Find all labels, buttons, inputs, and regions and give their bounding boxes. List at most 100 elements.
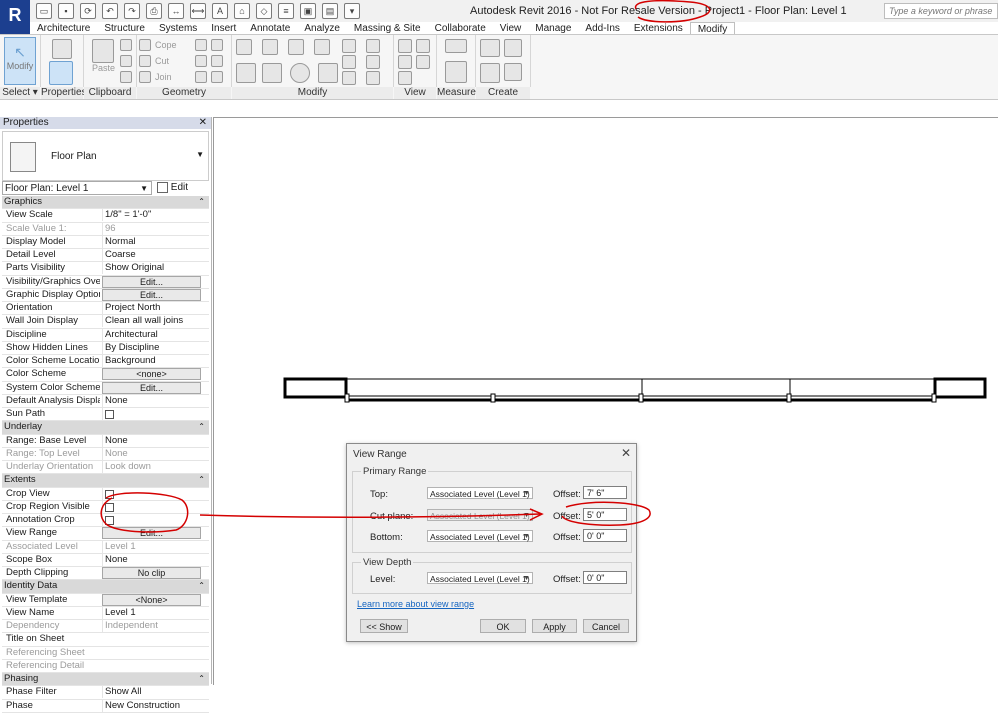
cut-geometry-icon[interactable] [139,55,151,67]
property-value[interactable]: Show All [102,686,202,699]
system-color-schemes-button[interactable]: Edit... [102,381,201,394]
split-icon[interactable] [342,39,356,53]
cope-icon[interactable] [139,39,151,51]
app-menu-button[interactable]: R [0,0,30,34]
property-value[interactable]: By Discipline [102,341,202,354]
rotate-icon[interactable] [290,63,310,83]
align-icon[interactable] [236,39,252,55]
cancel-button[interactable]: Cancel [583,619,629,633]
property-value[interactable]: Project North [102,302,202,314]
unpin-icon[interactable] [366,55,380,69]
property-value[interactable]: Clean all wall joins [102,315,202,328]
category-phasing[interactable]: Phasing ⌃ [2,673,209,687]
measure-distance-icon[interactable] [445,39,467,53]
cut-offset-input[interactable]: 5' 0" [583,508,627,521]
offset-icon[interactable] [262,39,278,55]
mirror-axis-icon[interactable] [288,39,304,55]
thin-lines-icon[interactable]: ≡ [278,3,294,19]
select-panel-label[interactable]: Select ▾ [0,87,40,99]
undo-icon[interactable]: ↶ [102,3,118,19]
help-search-input[interactable]: Type a keyword or phrase [884,3,998,19]
property-value[interactable]: 1/8" = 1'-0" [102,209,202,222]
category-underlay[interactable]: Underlay ⌃ [2,421,209,435]
learn-more-link[interactable]: Learn more about view range [357,599,474,609]
collapse-icon[interactable]: ⌃ [198,580,205,592]
override-graphics-icon[interactable] [416,39,430,53]
show-button[interactable]: << Show [360,619,408,633]
property-value[interactable]: None [102,394,202,407]
top-level-select[interactable]: Associated Level (Level 1) ▼ [427,487,533,499]
measure-icon[interactable]: ↔ [168,3,184,19]
depth-offset-input[interactable]: 0' 0" [583,571,627,584]
redo-icon[interactable]: ↷ [124,3,140,19]
top-offset-input[interactable]: 7' 6" [583,486,627,499]
array-icon[interactable] [342,55,356,69]
property-value[interactable]: None [102,434,202,447]
paste-icon[interactable] [92,39,114,63]
ok-button[interactable]: OK [480,619,526,633]
bottom-level-select[interactable]: Associated Level (Level 1) ▼ [427,530,533,542]
paint-icon[interactable] [195,55,207,67]
copy-element-icon[interactable] [262,63,282,83]
match-properties-icon[interactable] [120,71,132,83]
paint-view-icon[interactable] [398,71,412,85]
property-value[interactable]: Architectural [102,328,202,341]
tag-icon[interactable]: A [212,3,228,19]
save-icon[interactable]: ▪ [58,3,74,19]
type-selector[interactable]: Floor Plan ▼ [2,131,209,181]
mirror-draw-icon[interactable] [314,39,330,55]
view-range-button[interactable]: Edit... [102,527,201,540]
property-value[interactable]: Level 1 [102,606,202,619]
copy-icon[interactable] [120,55,132,67]
beam-join-icon[interactable] [195,71,207,83]
properties-icon[interactable] [49,61,73,85]
aligned-dimension-icon[interactable] [445,61,467,83]
property-value[interactable]: Show Original [102,262,202,275]
create-similar-icon[interactable] [504,63,522,81]
property-value[interactable]: Coarse [102,249,202,261]
graphic-display-options-button[interactable]: Edit... [102,288,201,301]
color-scheme-button[interactable]: <none> [102,368,201,381]
wall-joins-icon[interactable] [195,39,207,51]
close-icon[interactable]: ✕ [621,446,631,460]
collapse-icon[interactable]: ⌃ [198,673,205,685]
crop-view-checkbox[interactable] [105,489,114,499]
open-icon[interactable]: ▭ [36,3,52,19]
linework-icon[interactable] [398,55,412,69]
instance-filter-select[interactable]: Floor Plan: Level 1 ▼ [2,181,152,195]
property-value[interactable]: New Construction [102,699,202,712]
delete-icon[interactable] [366,71,380,85]
collapse-icon[interactable]: ⌃ [198,474,205,486]
close-icon[interactable]: ✕ [196,117,207,129]
wall-right[interactable] [933,377,987,399]
sync-icon[interactable]: ⟳ [80,3,96,19]
move-icon[interactable] [236,63,256,83]
wall-left[interactable] [283,377,348,399]
filter-icon[interactable] [416,55,430,69]
view-template-button[interactable]: <None> [102,593,201,606]
annotation-crop-checkbox[interactable] [105,516,114,525]
crop-region-visible-checkbox[interactable] [105,502,114,512]
print-icon[interactable]: ⎙ [146,3,162,19]
property-value[interactable]: None [102,553,202,566]
3d-view-icon[interactable]: ⌂ [234,3,250,19]
trim-extend-icon[interactable] [318,63,338,83]
property-value[interactable]: Normal [102,235,202,248]
customize-qat-icon[interactable]: ▾ [344,3,360,19]
type-properties-icon[interactable] [52,39,72,59]
section-icon[interactable]: ◇ [256,3,272,19]
category-graphics[interactable]: Graphics ⌃ [2,196,209,210]
category-extents[interactable]: Extents ⌃ [2,474,209,488]
property-value[interactable]: Background [102,355,202,367]
bottom-offset-input[interactable]: 0' 0" [583,529,627,542]
pin-icon[interactable] [366,39,380,53]
depth-level-select[interactable]: Associated Level (Level 1) ▼ [427,572,533,584]
join-icon[interactable] [139,71,151,83]
cut-clipboard-icon[interactable] [120,39,132,51]
visibility-graphics-overr-button[interactable]: Edit... [102,275,201,288]
modify-button[interactable]: ↖ Modify [4,37,36,85]
demolish-icon[interactable] [211,55,223,67]
scale-icon[interactable] [342,71,356,85]
create-group-icon[interactable] [480,63,500,83]
collapse-icon[interactable]: ⌃ [198,196,205,208]
